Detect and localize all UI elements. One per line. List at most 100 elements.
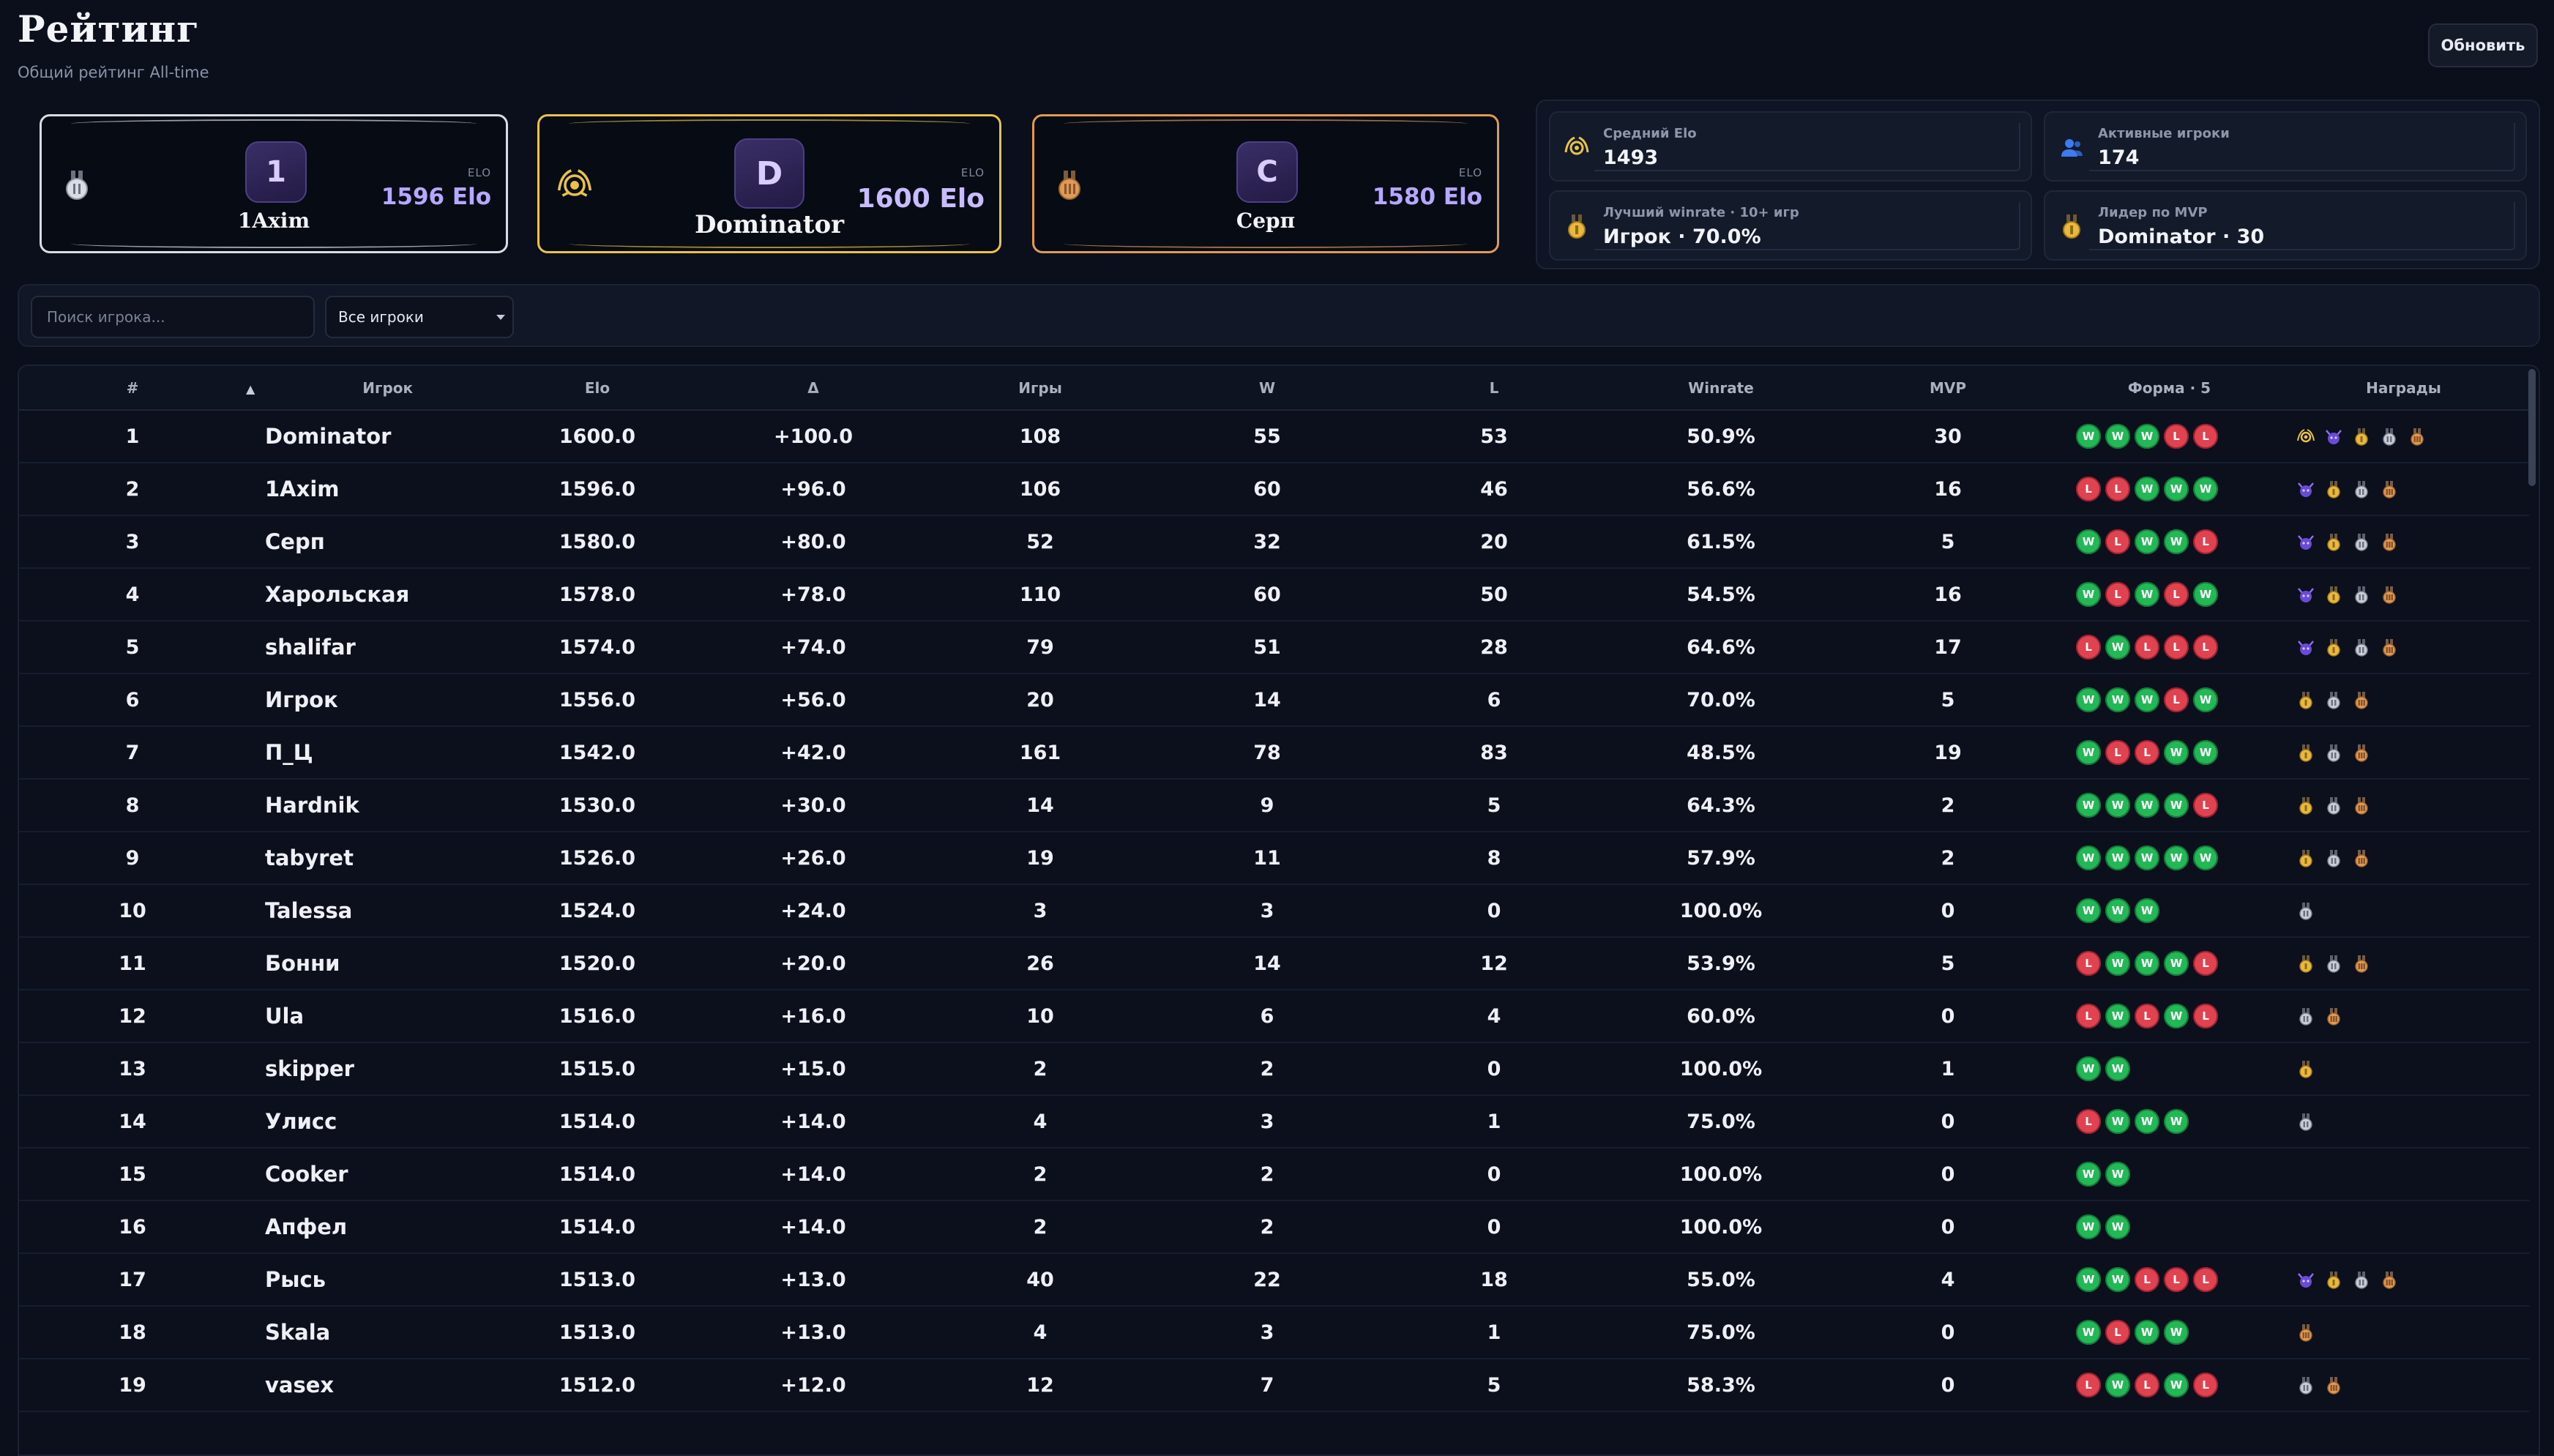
demon-award-icon[interactable] [2296, 480, 2315, 499]
search-input[interactable] [31, 296, 315, 338]
cell-player[interactable]: vasex [246, 1359, 495, 1412]
col-header-mvp[interactable]: MVP [1834, 366, 2061, 411]
gold-medal-icon[interactable] [2296, 796, 2315, 815]
cell-player[interactable]: Бонни [246, 937, 495, 990]
table-row[interactable]: 4 Харольская 1578.0 +78.0 110 60 50 54.5% 16 W L W L… [19, 568, 2530, 621]
cell-player[interactable]: Рысь [246, 1253, 495, 1307]
table-row[interactable]: 17 Рысь 1513.0 +13.0 40 22 18 55.0% 4 W W L L L [19, 1253, 2530, 1307]
table-row[interactable]: 8 Hardnik 1530.0 +30.0 14 9 5 64.3% 2 W W W W L [19, 779, 2530, 832]
silver-medal-icon[interactable] [2352, 480, 2371, 499]
cell-player[interactable]: П_Ц [246, 726, 495, 780]
bronze-medal-icon[interactable] [2352, 796, 2371, 815]
table-row[interactable]: 19 vasex 1512.0 +12.0 12 7 5 58.3% 0 L W L W L [19, 1359, 2530, 1412]
table-row[interactable]: 3 Серп 1580.0 +80.0 52 32 20 61.5% 5 W L W W L [19, 515, 2530, 569]
table-row[interactable]: 12 Ula 1516.0 +16.0 10 6 4 60.0% 0 L W L W L [19, 990, 2530, 1043]
bronze-medal-icon[interactable] [2380, 586, 2399, 605]
bronze-medal-icon[interactable] [2296, 1324, 2315, 1343]
bronze-medal-icon[interactable] [2380, 638, 2399, 657]
bronze-medal-icon[interactable] [2380, 1271, 2399, 1290]
col-header-rank[interactable]: # [19, 366, 246, 411]
laurel-award-icon[interactable] [2296, 428, 2315, 447]
cell-player[interactable]: shalifar [246, 621, 495, 674]
silver-medal-icon[interactable] [2324, 849, 2343, 868]
silver-medal-icon[interactable] [2296, 1376, 2315, 1395]
table-row[interactable]: 7 П_Ц 1542.0 +42.0 161 78 83 48.5% 19 W L L W W [19, 726, 2530, 780]
table-row[interactable]: 9 tabyret 1526.0 +26.0 19 11 8 57.9% 2 W W W W W [19, 832, 2530, 885]
col-header-wins[interactable]: W [1154, 366, 1381, 411]
col-header-awards[interactable]: Награды [2277, 366, 2530, 411]
bronze-medal-icon[interactable] [2352, 691, 2371, 710]
demon-award-icon[interactable] [2296, 586, 2315, 605]
demon-award-icon[interactable] [2296, 638, 2315, 657]
bronze-medal-icon[interactable] [2324, 1376, 2343, 1395]
gold-medal-icon[interactable] [2296, 955, 2315, 974]
silver-medal-icon[interactable] [2352, 586, 2371, 605]
silver-medal-icon[interactable] [2380, 428, 2399, 447]
cell-player[interactable]: Харольская [246, 568, 495, 621]
table-row[interactable]: 6 Игрок 1556.0 +56.0 20 14 6 70.0% 5 W W W L W [19, 673, 2530, 727]
gold-medal-icon[interactable] [2296, 1060, 2315, 1079]
bronze-medal-icon[interactable] [2408, 428, 2427, 447]
cell-player[interactable]: tabyret [246, 832, 495, 885]
cell-player[interactable]: Dominator [246, 410, 495, 463]
col-header-elo[interactable]: Elo [495, 366, 700, 411]
cell-player[interactable]: Улисс [246, 1095, 495, 1149]
gold-medal-icon[interactable] [2324, 1271, 2343, 1290]
podium-card-third[interactable]: С Серп ELO 1580 Elo [1032, 114, 1499, 253]
col-header-winrate[interactable]: Winrate [1608, 366, 1834, 411]
table-row[interactable]: 2 1Axim 1596.0 +96.0 106 60 46 56.6% 16 L L W W W [19, 463, 2530, 516]
cell-player[interactable]: Игрок [246, 673, 495, 727]
cell-player[interactable]: Hardnik [246, 779, 495, 832]
bronze-medal-icon[interactable] [2352, 955, 2371, 974]
bronze-medal-icon[interactable] [2352, 849, 2371, 868]
table-row[interactable]: 5 shalifar 1574.0 +74.0 79 51 28 64.6% 17 L W L L L [19, 621, 2530, 674]
table-row[interactable]: 18 Skala 1513.0 +13.0 4 3 1 75.0% 0 W L W W [19, 1306, 2530, 1359]
silver-medal-icon[interactable] [2352, 1271, 2371, 1290]
podium-card-second[interactable]: 1 1Axim ELO 1596 Elo [40, 114, 508, 253]
table-scrollbar[interactable] [2528, 369, 2536, 486]
bronze-medal-icon[interactable] [2352, 744, 2371, 763]
refresh-button[interactable]: Обновить [2428, 23, 2538, 67]
gold-medal-icon[interactable] [2324, 638, 2343, 657]
players-filter-select[interactable]: Все игроки [325, 296, 514, 338]
bronze-medal-icon[interactable] [2324, 1007, 2343, 1026]
col-header-losses[interactable]: L [1381, 366, 1608, 411]
table-row[interactable]: 16 Апфел 1514.0 +14.0 2 2 0 100.0% 0 W W [19, 1201, 2530, 1254]
gold-medal-icon[interactable] [2296, 691, 2315, 710]
silver-medal-icon[interactable] [2352, 638, 2371, 657]
cell-player[interactable]: Ula [246, 990, 495, 1043]
gold-medal-icon[interactable] [2352, 428, 2371, 447]
cell-player[interactable]: 1Axim [246, 463, 495, 516]
silver-medal-icon[interactable] [2296, 902, 2315, 921]
gold-medal-icon[interactable] [2324, 480, 2343, 499]
silver-medal-icon[interactable] [2324, 955, 2343, 974]
demon-award-icon[interactable] [2324, 428, 2343, 447]
cell-player[interactable]: skipper [246, 1042, 495, 1096]
gold-medal-icon[interactable] [2324, 533, 2343, 552]
col-header-delta[interactable]: Δ [700, 366, 927, 411]
bronze-medal-icon[interactable] [2380, 480, 2399, 499]
silver-medal-icon[interactable] [2296, 1007, 2315, 1026]
gold-medal-icon[interactable] [2296, 744, 2315, 763]
silver-medal-icon[interactable] [2324, 744, 2343, 763]
demon-award-icon[interactable] [2296, 1271, 2315, 1290]
podium-card-first[interactable]: D Dominator ELO 1600 Elo [537, 114, 1001, 253]
silver-medal-icon[interactable] [2296, 1113, 2315, 1132]
table-row[interactable]: 10 Talessa 1524.0 +24.0 3 3 0 100.0% 0 W W W [19, 884, 2530, 938]
table-row[interactable]: 11 Бонни 1520.0 +20.0 26 14 12 53.9% 5 L W W W L [19, 937, 2530, 990]
cell-player[interactable]: Апфел [246, 1201, 495, 1254]
table-row[interactable]: 15 Cooker 1514.0 +14.0 2 2 0 100.0% 0 W W [19, 1148, 2530, 1201]
col-header-form[interactable]: Форма · 5 [2061, 366, 2277, 411]
gold-medal-icon[interactable] [2324, 586, 2343, 605]
bronze-medal-icon[interactable] [2380, 533, 2399, 552]
demon-award-icon[interactable] [2296, 533, 2315, 552]
cell-player[interactable]: Cooker [246, 1148, 495, 1201]
table-row[interactable]: 14 Улисс 1514.0 +14.0 4 3 1 75.0% 0 L W W W [19, 1095, 2530, 1149]
col-header-player[interactable]: ▲ Игрок [246, 366, 495, 411]
cell-player[interactable]: Skala [246, 1306, 495, 1359]
table-row[interactable]: 13 skipper 1515.0 +15.0 2 2 0 100.0% 1 W W [19, 1042, 2530, 1096]
silver-medal-icon[interactable] [2324, 796, 2343, 815]
silver-medal-icon[interactable] [2324, 691, 2343, 710]
gold-medal-icon[interactable] [2296, 849, 2315, 868]
table-row[interactable]: 1 Dominator 1600.0 +100.0 108 55 53 50.9% 30 W W W L… [19, 410, 2530, 463]
